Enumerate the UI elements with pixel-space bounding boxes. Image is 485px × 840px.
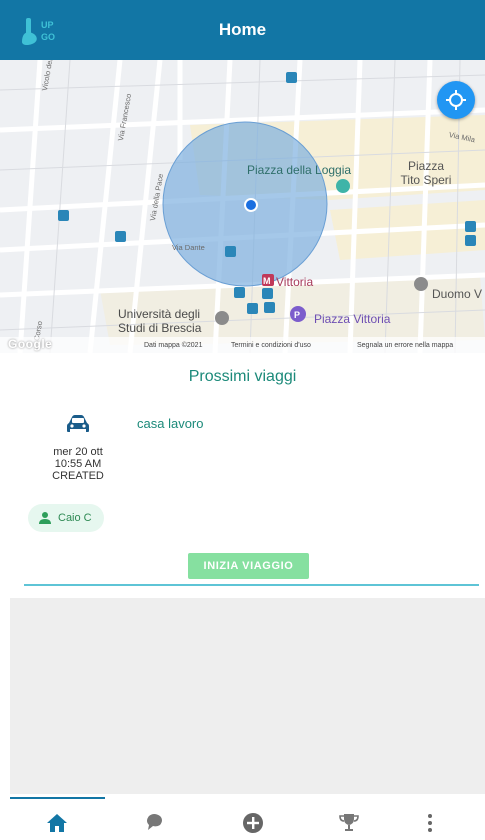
terms-link[interactable]: Termini e condizioni d'uso: [231, 342, 311, 349]
section-divider: [24, 584, 479, 586]
home-icon: [47, 814, 67, 832]
trip-card[interactable]: mer 20 ott 10:55 AM CREATED casa lavoro …: [24, 408, 464, 568]
street-label-via-dante: Via Dante: [172, 243, 205, 252]
svg-text:P: P: [294, 310, 300, 320]
map-attribution-bar: Google Dati mappa ©2021 Termini e condiz…: [0, 337, 485, 353]
report-error-link[interactable]: Segnala un errore nella mappa: [357, 342, 453, 349]
app-logo-icon[interactable]: UP GO: [14, 12, 62, 48]
map-label-piazza-loggia[interactable]: Piazza della Loggia: [247, 163, 351, 177]
add-circle-icon: [243, 813, 263, 833]
map-data-text: Dati mappa ©2021: [144, 341, 203, 349]
trip-time: 10:55 AM: [54, 458, 102, 470]
map-label-vittoria[interactable]: Vittoria: [276, 275, 313, 289]
trip-datetime: mer 20 ott 10:55 AM CREATED: [38, 446, 118, 482]
svg-text:M: M: [263, 276, 271, 286]
nav-more[interactable]: [416, 811, 444, 835]
empty-content-area: [10, 598, 485, 794]
person-icon: [39, 512, 51, 524]
map-label-universita[interactable]: Università degli Studi di Brescia: [118, 307, 201, 335]
car-icon: [67, 415, 89, 432]
passenger-chip[interactable]: Caio C: [28, 504, 104, 532]
nav-chat[interactable]: [140, 811, 168, 835]
chat-icon: [147, 814, 162, 830]
nav-leaderboard[interactable]: [335, 811, 363, 835]
gps-crosshair-icon: [446, 90, 466, 110]
trip-status: CREATED: [52, 470, 104, 482]
passenger-name: Caio C: [58, 512, 92, 524]
map-view[interactable]: P M Piazza della Loggia Piazza Tito Sper…: [0, 60, 485, 353]
section-title-upcoming-trips: Prossimi viaggi: [188, 368, 297, 385]
trip-destination[interactable]: casa lavoro: [137, 416, 203, 431]
app-bar: UP GO Home: [0, 0, 485, 60]
nav-add[interactable]: [239, 811, 267, 835]
google-logo[interactable]: Google: [8, 337, 52, 351]
more-vert-icon: [428, 814, 432, 832]
map-label-tito-speri[interactable]: Piazza Tito Speri: [396, 159, 456, 187]
nav-home[interactable]: [43, 811, 71, 835]
bottom-navigation: [0, 797, 485, 840]
map-label-tito-speri-line1: Piazza: [407, 159, 445, 173]
svg-text:GO: GO: [41, 32, 55, 42]
svg-text:UP: UP: [41, 20, 54, 30]
map-label-piazza-vittoria[interactable]: Piazza Vittoria: [314, 312, 390, 326]
my-location-button[interactable]: [437, 81, 475, 119]
active-tab-indicator: [10, 797, 105, 799]
trophy-icon: [339, 814, 359, 831]
map-label-duomo[interactable]: Duomo V: [432, 287, 482, 301]
map-label-universita-line1: Università degli: [118, 307, 201, 321]
trip-date: mer 20 ott: [53, 446, 103, 458]
map-label-universita-line2: Studi di Brescia: [118, 321, 202, 335]
page-title: Home: [218, 20, 267, 39]
map-label-tito-speri-line2: Tito Speri: [400, 173, 452, 187]
start-trip-button[interactable]: INIZIA VIAGGIO: [188, 553, 309, 579]
map-streets: P M: [0, 60, 485, 353]
